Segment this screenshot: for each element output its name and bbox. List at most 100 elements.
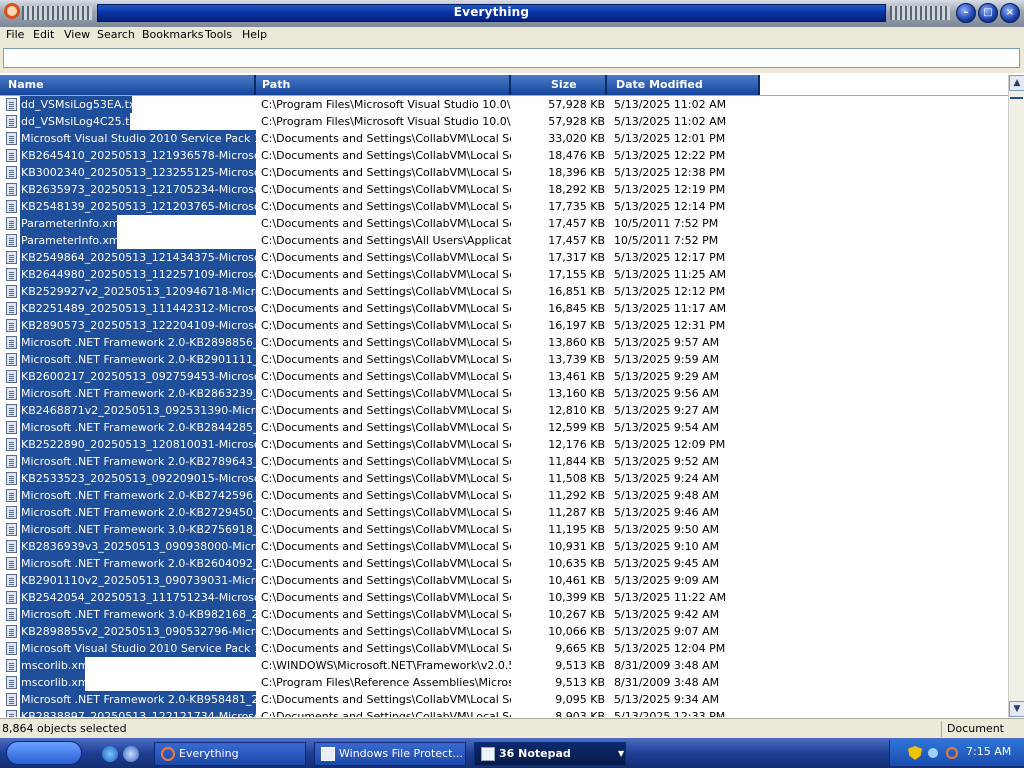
table-row[interactable]: Microsoft .NET Framework 2.0-KB2901111_2… bbox=[0, 351, 1008, 368]
table-row[interactable]: dd_VSMsiLog4C25.txt C:\Program Files\Micr… bbox=[0, 113, 1008, 130]
everything-app-icon[interactable] bbox=[4, 3, 20, 19]
table-row[interactable]: KB2635973_20250513_121705234-Microsoft .… bbox=[0, 181, 1008, 198]
column-size-header[interactable]: Size bbox=[511, 75, 607, 95]
file-date: 5/13/2025 9:45 AM bbox=[614, 557, 720, 570]
file-path: C:\Documents and Settings\CollabVM\Local… bbox=[261, 166, 511, 179]
table-row[interactable]: mscorlib.xml C:\WINDOWS\Microsoft.NET\Fra… bbox=[0, 657, 1008, 674]
menu-tools[interactable]: Tools bbox=[203, 28, 234, 41]
task-everything[interactable]: Everything bbox=[154, 742, 306, 766]
network-icon[interactable] bbox=[928, 748, 938, 758]
scroll-thumb[interactable] bbox=[1010, 97, 1023, 99]
security-shield-icon[interactable] bbox=[908, 746, 922, 760]
file-path: C:\Documents and Settings\CollabVM\Local… bbox=[261, 506, 511, 519]
table-row[interactable]: mscorlib.xml C:\Program Files\Reference A… bbox=[0, 674, 1008, 691]
file-date: 5/13/2025 9:10 AM bbox=[614, 540, 720, 553]
table-row[interactable]: KB2838897_20250513_122121734-Microsoft .… bbox=[0, 708, 1008, 717]
table-row[interactable]: KB2836939v3_20250513_090938000-Microso..… bbox=[0, 538, 1008, 555]
file-name: dd_VSMsiLog53EA.txt bbox=[20, 96, 132, 113]
table-row[interactable]: Microsoft .NET Framework 2.0-KB2742596_2… bbox=[0, 487, 1008, 504]
file-date: 5/13/2025 9:07 AM bbox=[614, 625, 720, 638]
table-row[interactable]: KB2251489_20250513_111442312-Microsoft .… bbox=[0, 300, 1008, 317]
search-input[interactable] bbox=[3, 48, 1020, 68]
table-row[interactable]: KB2468871v2_20250513_092531390-Microso..… bbox=[0, 402, 1008, 419]
table-row[interactable]: ParameterInfo.xml C:\Documents and Settin… bbox=[0, 232, 1008, 249]
start-button[interactable] bbox=[6, 741, 82, 765]
file-name: KB2635973_20250513_121705234-Microsoft .… bbox=[20, 181, 256, 198]
file-icon bbox=[6, 251, 17, 264]
table-row[interactable]: KB2644980_20250513_112257109-Microsoft .… bbox=[0, 266, 1008, 283]
table-row[interactable]: Microsoft .NET Framework 2.0-KB2604092_2… bbox=[0, 555, 1008, 572]
scroll-down-button[interactable]: ▼ bbox=[1009, 701, 1024, 717]
table-row[interactable]: KB2529927v2_20250513_120946718-Microso..… bbox=[0, 283, 1008, 300]
minimize-button[interactable]: – bbox=[956, 3, 976, 23]
scroll-up-button[interactable]: ▲ bbox=[1009, 75, 1024, 91]
file-path: C:\Documents and Settings\CollabVM\Local… bbox=[261, 608, 511, 621]
table-row[interactable]: Microsoft .NET Framework 2.0-KB2844285_2… bbox=[0, 419, 1008, 436]
table-row[interactable]: Microsoft .NET Framework 2.0-KB2863239_2… bbox=[0, 385, 1008, 402]
close-button[interactable]: × bbox=[1000, 3, 1020, 23]
table-row[interactable]: KB2898855v2_20250513_090532796-Microso..… bbox=[0, 623, 1008, 640]
task-windows-file-protection[interactable]: Windows File Protect... bbox=[314, 742, 466, 766]
table-row[interactable]: KB2549864_20250513_121434375-Microsoft .… bbox=[0, 249, 1008, 266]
file-icon bbox=[6, 472, 17, 485]
table-row[interactable]: Microsoft Visual Studio 2010 Service Pac… bbox=[0, 130, 1008, 147]
file-path: C:\Documents and Settings\CollabVM\Local… bbox=[261, 387, 511, 400]
menu-search[interactable]: Search bbox=[95, 28, 137, 41]
file-size: 16,197 KB bbox=[548, 319, 605, 332]
table-row[interactable]: Microsoft .NET Framework 2.0-KB958481_20… bbox=[0, 691, 1008, 708]
clock[interactable]: 7:15 AM bbox=[966, 745, 1011, 758]
table-row[interactable]: Microsoft .NET Framework 3.0-KB982168_20… bbox=[0, 606, 1008, 623]
table-row[interactable]: Microsoft .NET Framework 2.0-KB2729450_2… bbox=[0, 504, 1008, 521]
file-size: 12,176 KB bbox=[548, 438, 605, 451]
task-notepad-group[interactable]: 36 Notepad ▼ bbox=[474, 742, 626, 766]
file-icon bbox=[6, 132, 17, 145]
table-row[interactable]: KB2890573_20250513_122204109-Microsoft .… bbox=[0, 317, 1008, 334]
window-title: Everything bbox=[453, 5, 530, 19]
file-date: 5/13/2025 12:31 PM bbox=[614, 319, 726, 332]
file-icon bbox=[6, 217, 17, 230]
outlook-express-icon[interactable] bbox=[123, 746, 139, 762]
results-list[interactable]: dd_VSMsiLog53EA.txt C:\Program Files\Micr… bbox=[0, 96, 1008, 717]
table-row[interactable]: Microsoft Visual Studio 2010 Service Pac… bbox=[0, 640, 1008, 657]
file-name: Microsoft .NET Framework 2.0-KB2898856_2… bbox=[20, 334, 256, 351]
status-bar: 8,864 objects selected Document bbox=[0, 718, 1024, 738]
file-size: 11,195 KB bbox=[548, 523, 605, 536]
file-icon bbox=[6, 506, 17, 519]
table-row[interactable]: KB2533523_20250513_092209015-Microsoft .… bbox=[0, 470, 1008, 487]
menu-help[interactable]: Help bbox=[240, 28, 269, 41]
file-icon bbox=[6, 557, 17, 570]
vertical-scrollbar[interactable]: ▲ ▼ bbox=[1008, 75, 1024, 717]
table-row[interactable]: Microsoft .NET Framework 2.0-KB2898856_2… bbox=[0, 334, 1008, 351]
file-date: 5/13/2025 9:56 AM bbox=[614, 387, 720, 400]
table-row[interactable]: KB2548139_20250513_121203765-Microsoft .… bbox=[0, 198, 1008, 215]
file-path: C:\Documents and Settings\CollabVM\Local… bbox=[261, 574, 511, 587]
table-row[interactable]: KB2522890_20250513_120810031-Microsoft .… bbox=[0, 436, 1008, 453]
table-row[interactable]: KB2600217_20250513_092759453-Microsoft .… bbox=[0, 368, 1008, 385]
table-row[interactable]: KB3002340_20250513_123255125-Microsoft .… bbox=[0, 164, 1008, 181]
table-row[interactable]: KB2645410_20250513_121936578-Microsoft .… bbox=[0, 147, 1008, 164]
table-row[interactable]: KB2542054_20250513_111751234-Microsoft .… bbox=[0, 589, 1008, 606]
table-row[interactable]: KB2901110v2_20250513_090739031-Microso..… bbox=[0, 572, 1008, 589]
file-name: KB2898855v2_20250513_090532796-Microso..… bbox=[20, 623, 256, 640]
column-name-header[interactable]: Name bbox=[0, 75, 256, 95]
file-path: C:\Documents and Settings\All Users\Appl… bbox=[261, 234, 511, 247]
file-date: 5/13/2025 9:29 AM bbox=[614, 370, 720, 383]
column-date-header[interactable]: Date Modified bbox=[607, 75, 760, 95]
internet-explorer-icon[interactable] bbox=[102, 746, 118, 762]
file-icon bbox=[6, 319, 17, 332]
menu-view[interactable]: View bbox=[62, 28, 92, 41]
title-bar[interactable]: Everything – □ × bbox=[0, 0, 1024, 27]
menu-file[interactable]: File bbox=[4, 28, 26, 41]
file-date: 5/13/2025 12:19 PM bbox=[614, 183, 726, 196]
file-name: KB2529927v2_20250513_120946718-Microso..… bbox=[20, 283, 256, 300]
everything-tray-icon[interactable] bbox=[946, 747, 958, 759]
file-size: 18,292 KB bbox=[548, 183, 605, 196]
table-row[interactable]: dd_VSMsiLog53EA.txt C:\Program Files\Micr… bbox=[0, 96, 1008, 113]
menu-edit[interactable]: Edit bbox=[31, 28, 56, 41]
menu-bookmarks[interactable]: Bookmarks bbox=[140, 28, 205, 41]
table-row[interactable]: Microsoft .NET Framework 3.0-KB2756918_2… bbox=[0, 521, 1008, 538]
maximize-button[interactable]: □ bbox=[978, 3, 998, 23]
table-row[interactable]: ParameterInfo.xml C:\Documents and Settin… bbox=[0, 215, 1008, 232]
column-path-header[interactable]: Path bbox=[256, 75, 511, 95]
table-row[interactable]: Microsoft .NET Framework 2.0-KB2789643_2… bbox=[0, 453, 1008, 470]
